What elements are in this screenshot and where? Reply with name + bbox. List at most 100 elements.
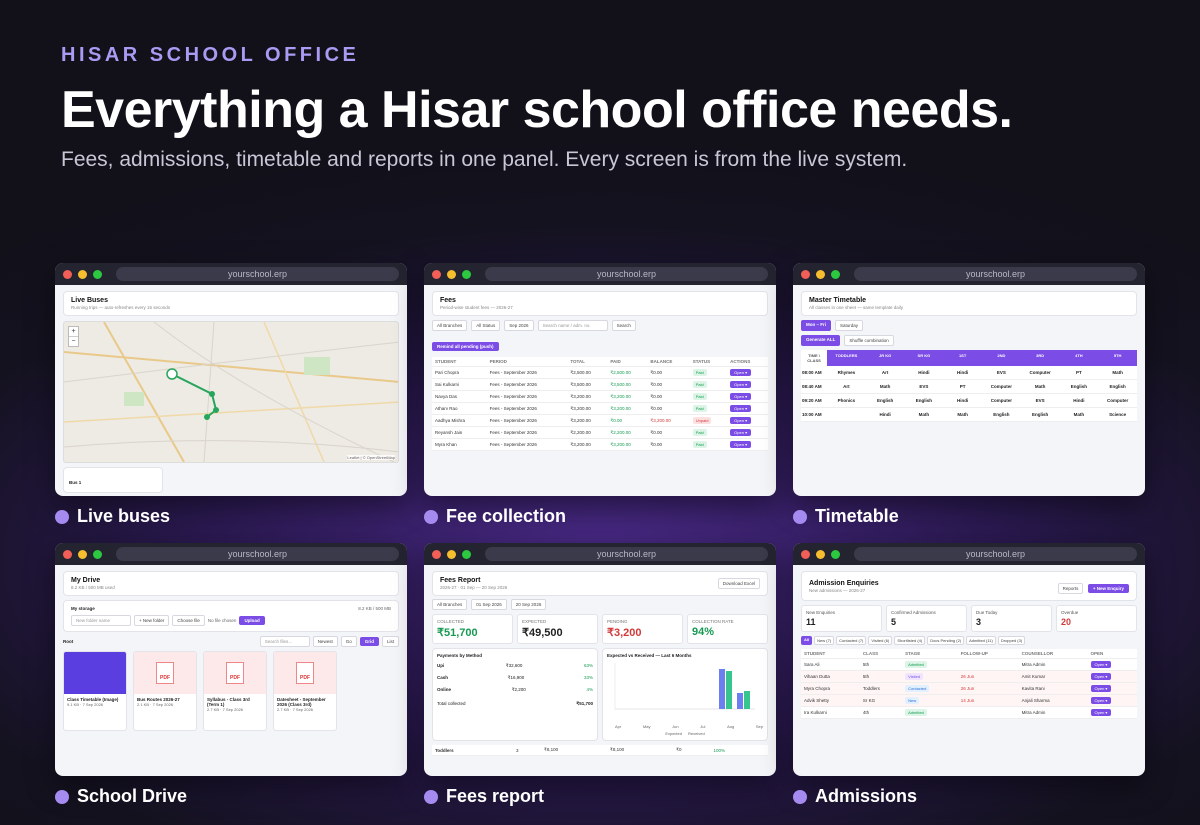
col-follow-up: FOLLOW-UP <box>957 649 1019 659</box>
period-cell[interactable]: Rhymes <box>827 366 866 380</box>
open-button[interactable]: Open ▾ <box>730 405 752 412</box>
col-open: OPEN <box>1087 649 1137 659</box>
cell: Visited <box>902 670 958 683</box>
tab-admitted[interactable]: Admitted (11) <box>966 636 996 645</box>
period-cell[interactable]: Hindi <box>943 394 982 408</box>
url-bar: yourschool.erp <box>854 547 1137 561</box>
branch-filter[interactable]: All Branches <box>432 320 468 331</box>
file-card[interactable]: PDF Syllabus - Class 3rd (Term 1) 2.7 KB… <box>203 651 267 731</box>
status-filter[interactable]: All Status <box>471 320 501 331</box>
open-button[interactable]: Open ▾ <box>1090 709 1112 716</box>
open-button[interactable]: Open ▾ <box>1090 685 1112 692</box>
period-cell[interactable]: PT <box>943 380 982 394</box>
tab-docs-pending[interactable]: Docs Pending (2) <box>927 636 965 645</box>
bus-row[interactable]: Bus 1 <box>63 467 163 493</box>
total-label: Total collected <box>437 701 466 706</box>
shuffle-button[interactable]: Shuffle combination <box>844 335 894 346</box>
stage-badge: Admitted <box>905 661 927 668</box>
tab-dropped[interactable]: Dropped (3) <box>997 636 1026 645</box>
period-cell[interactable]: EVS <box>982 366 1021 380</box>
download-excel-button[interactable]: Download Excel <box>717 578 760 589</box>
tab-visited[interactable]: Visited (6) <box>868 636 893 645</box>
remind-all-button[interactable]: Remind all pending (push) <box>432 342 499 351</box>
period-cell[interactable]: Math <box>865 380 905 394</box>
period-cell[interactable]: Math <box>904 408 944 422</box>
report-stats: COLLECTED ₹51,700 EXPECTED ₹49,500 PENDING… <box>432 614 768 644</box>
period-cell[interactable]: Art <box>865 366 905 380</box>
new-folder-button[interactable]: + New folder <box>134 615 170 626</box>
new-enquiry-button[interactable]: + New Enquiry <box>1087 584 1129 593</box>
period-cell[interactable]: Hindi <box>865 408 905 422</box>
map-zoom-controls[interactable]: + − <box>68 326 79 347</box>
month-filter[interactable]: Sep 2026 <box>504 320 534 331</box>
reports-button[interactable]: Reports <box>1057 583 1084 594</box>
branch-filter[interactable]: All Branches <box>432 599 468 610</box>
upload-button[interactable]: Upload <box>239 616 265 625</box>
period-cell[interactable]: Art <box>827 380 866 394</box>
open-button[interactable]: Open ▾ <box>730 429 752 436</box>
cell: ₹3,200.00 <box>607 390 648 403</box>
open-button[interactable]: Open ▾ <box>730 393 752 400</box>
file-card[interactable]: Class Timetable (Image) 9.1 KB · 7 Sep 2… <box>63 651 127 731</box>
period-cell[interactable]: Math <box>1020 380 1060 394</box>
period-cell[interactable]: Math <box>1059 408 1099 422</box>
file-card[interactable]: PDF Bus Routes 2026-27 2.1 KB · 7 Sep 20… <box>133 651 197 731</box>
open-button[interactable]: Open ▾ <box>1090 673 1112 680</box>
tab-all[interactable]: All <box>801 636 813 645</box>
period-cell[interactable]: Hindi <box>904 366 944 380</box>
root-breadcrumb[interactable]: Root <box>63 639 73 644</box>
period-cell[interactable]: Hindi <box>1059 394 1099 408</box>
zoom-out-button[interactable]: − <box>69 336 78 346</box>
choose-file-button[interactable]: Choose file <box>172 615 205 626</box>
period-cell[interactable]: English <box>982 408 1021 422</box>
period-cell[interactable]: Computer <box>982 394 1021 408</box>
tab-saturday[interactable]: Saturday <box>835 320 864 331</box>
open-button[interactable]: Open ▾ <box>730 441 752 448</box>
folder-name-input[interactable]: New folder name <box>71 615 131 626</box>
cell: ₹2,200.00 <box>567 426 608 439</box>
period-cell[interactable]: Math <box>943 408 982 422</box>
list-view-button[interactable]: List <box>381 636 399 647</box>
search-button[interactable]: Search <box>611 320 636 331</box>
period-cell[interactable]: Computer <box>982 380 1021 394</box>
period-cell[interactable]: English <box>1059 380 1099 394</box>
open-button[interactable]: Open ▾ <box>1090 697 1112 704</box>
grid-view-button[interactable]: Grid <box>359 637 379 646</box>
open-button[interactable]: Open ▾ <box>730 417 752 424</box>
search-input[interactable]: Search name / adm. no. <box>537 320 608 331</box>
period-cell[interactable]: EVS <box>904 380 944 394</box>
generate-all-button[interactable]: Generate ALL <box>801 335 841 346</box>
period-cell[interactable]: Hindi <box>943 366 982 380</box>
pdf-icon: PDF <box>296 662 314 684</box>
period-cell[interactable]: English <box>865 394 905 408</box>
period-cell[interactable]: English <box>1020 408 1060 422</box>
file-card[interactable]: PDF Datesheet - September 2026 (Class 3r… <box>273 651 337 731</box>
open-button[interactable]: Open ▾ <box>730 381 752 388</box>
tab-shortlisted[interactable]: Shortlisted (4) <box>894 636 926 645</box>
period-cell[interactable]: EVS <box>1020 394 1060 408</box>
zoom-in-button[interactable]: + <box>69 327 78 336</box>
tab-new[interactable]: New (7) <box>814 636 835 645</box>
tab-contacted[interactable]: Contacted (7) <box>836 636 867 645</box>
period-cell[interactable]: PT <box>1059 366 1099 380</box>
table-row: Sara Ali 5th Admitted Mitra Admin Open ▾ <box>801 658 1137 671</box>
go-button[interactable]: Go <box>340 636 357 647</box>
period-cell[interactable] <box>827 408 866 422</box>
period-cell[interactable]: Math <box>1098 366 1137 380</box>
cell: Open ▾ <box>727 366 768 379</box>
period-cell[interactable]: Computer <box>1020 366 1060 380</box>
open-button[interactable]: Open ▾ <box>1090 661 1112 668</box>
file-search-input[interactable]: Search files... <box>259 636 310 647</box>
sort-select[interactable]: Newest <box>312 636 338 647</box>
tab-mon-fri[interactable]: Mon – Fri <box>801 320 831 331</box>
to-date[interactable]: 20 Sep 2026 <box>510 599 547 610</box>
caption-text: Fee collection <box>446 506 567 526</box>
from-date[interactable]: 01 Sep 2026 <box>471 599 507 610</box>
period-cell[interactable]: English <box>904 394 944 408</box>
period-cell[interactable]: Computer <box>1098 394 1137 408</box>
period-cell[interactable]: English <box>1098 380 1137 394</box>
bus-map[interactable]: + − Leaflet | © OpenStreetMap <box>63 321 399 463</box>
period-cell[interactable]: Phonics <box>827 394 866 408</box>
open-button[interactable]: Open ▾ <box>730 369 752 376</box>
period-cell[interactable]: Science <box>1098 408 1137 422</box>
